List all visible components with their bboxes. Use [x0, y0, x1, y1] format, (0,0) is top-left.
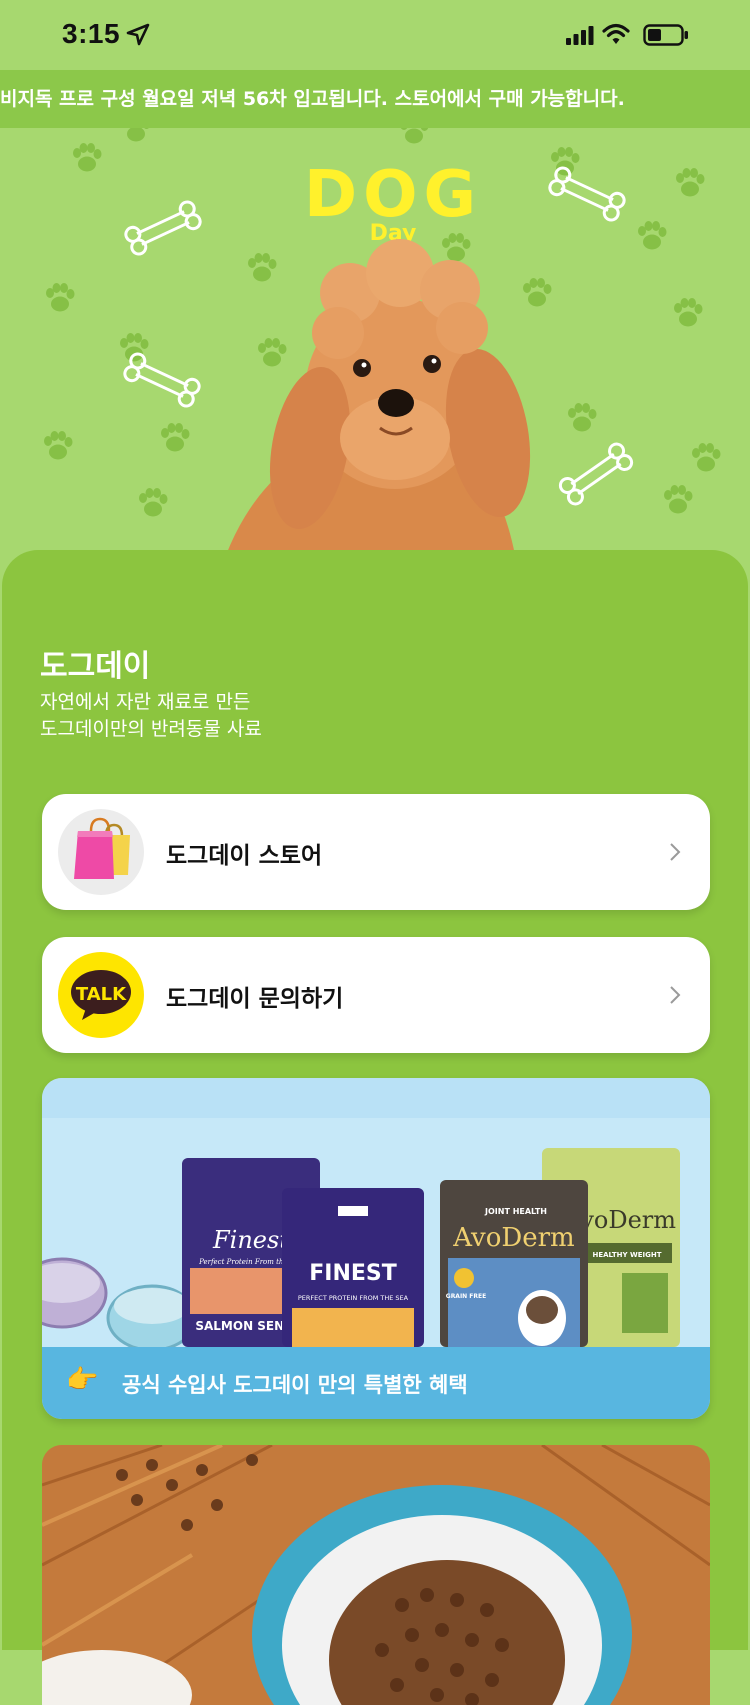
chevron-right-icon [670, 986, 681, 1004]
product-3-badge: GRAIN FREE [446, 1293, 486, 1300]
brand-description: 자연에서 자란 재료로 만든 도그데이만의 반려동물 사료 [40, 689, 440, 743]
brand-desc-line-1: 자연에서 자란 재료로 만든 [40, 691, 251, 713]
shopping-bag-icon [58, 809, 144, 895]
chevron-right-icon [670, 843, 681, 861]
product-3-brand: AvoDerm [452, 1223, 574, 1253]
product-image: Finest Perfect Protein From the Sea SALM… [42, 1078, 710, 1352]
product-promo-banner[interactable]: Finest Perfect Protein From the Sea SALM… [42, 1078, 710, 1419]
dog-food-photo[interactable] [42, 1445, 710, 1705]
location-arrow-icon [126, 23, 150, 46]
notice-text: 비지독 프로 구성 월요일 저녁 56차 입고됩니다. 스토어에서 구매 가능합… [0, 88, 625, 110]
product-2-sub: PERFECT PROTEIN FROM THE SEA [298, 1294, 409, 1302]
inquiry-menu-label: 도그데이 문의하기 [166, 986, 344, 1012]
brand-title: 도그데이 [40, 649, 151, 684]
signal-icon [566, 26, 594, 45]
product-1-brand: Finest [212, 1226, 289, 1254]
product-4-sub: HEALTHY WEIGHT [593, 1251, 662, 1259]
product-3-sub: JOINT HEALTH [484, 1207, 547, 1216]
main-panel: 도그데이 자연에서 자란 재료로 만든 도그데이만의 반려동물 사료 도그데이 … [2, 550, 748, 1705]
notice-marquee[interactable]: 비지독 프로 구성 월요일 저녁 56차 입고됩니다. 스토어에서 구매 가능합… [0, 70, 750, 128]
status-bar: 3:15 [0, 0, 750, 70]
banner-caption: 공식 수입사 도그데이 만의 특별한 혜택 [122, 1373, 468, 1397]
store-menu-label: 도그데이 스토어 [166, 843, 323, 869]
hero-illustration: DOG Day [44, 128, 721, 588]
status-time: 3:15 [62, 18, 121, 49]
battery-icon [643, 24, 688, 46]
hero-banner: DOG Day [0, 128, 750, 588]
brand-desc-line-2: 도그데이만의 반려동물 사료 [40, 718, 262, 740]
kakao-talk-text: TALK [76, 984, 127, 1005]
store-menu-card[interactable]: 도그데이 스토어 [42, 794, 710, 910]
banner-caption-bar: 👉 공식 수입사 도그데이 만의 특별한 혜택 [42, 1347, 710, 1419]
product-2-brand: FINEST [309, 1261, 397, 1286]
pointing-hand-icon: 👉 [66, 1365, 99, 1395]
dog-food-image [42, 1445, 710, 1705]
product-1-label: SALMON SENI [195, 1319, 288, 1333]
kakao-talk-icon: TALK [58, 952, 144, 1038]
inquiry-menu-card[interactable]: TALK 도그데이 문의하기 [42, 937, 710, 1053]
wifi-icon [602, 23, 630, 44]
poodle-illustration [215, 239, 531, 588]
